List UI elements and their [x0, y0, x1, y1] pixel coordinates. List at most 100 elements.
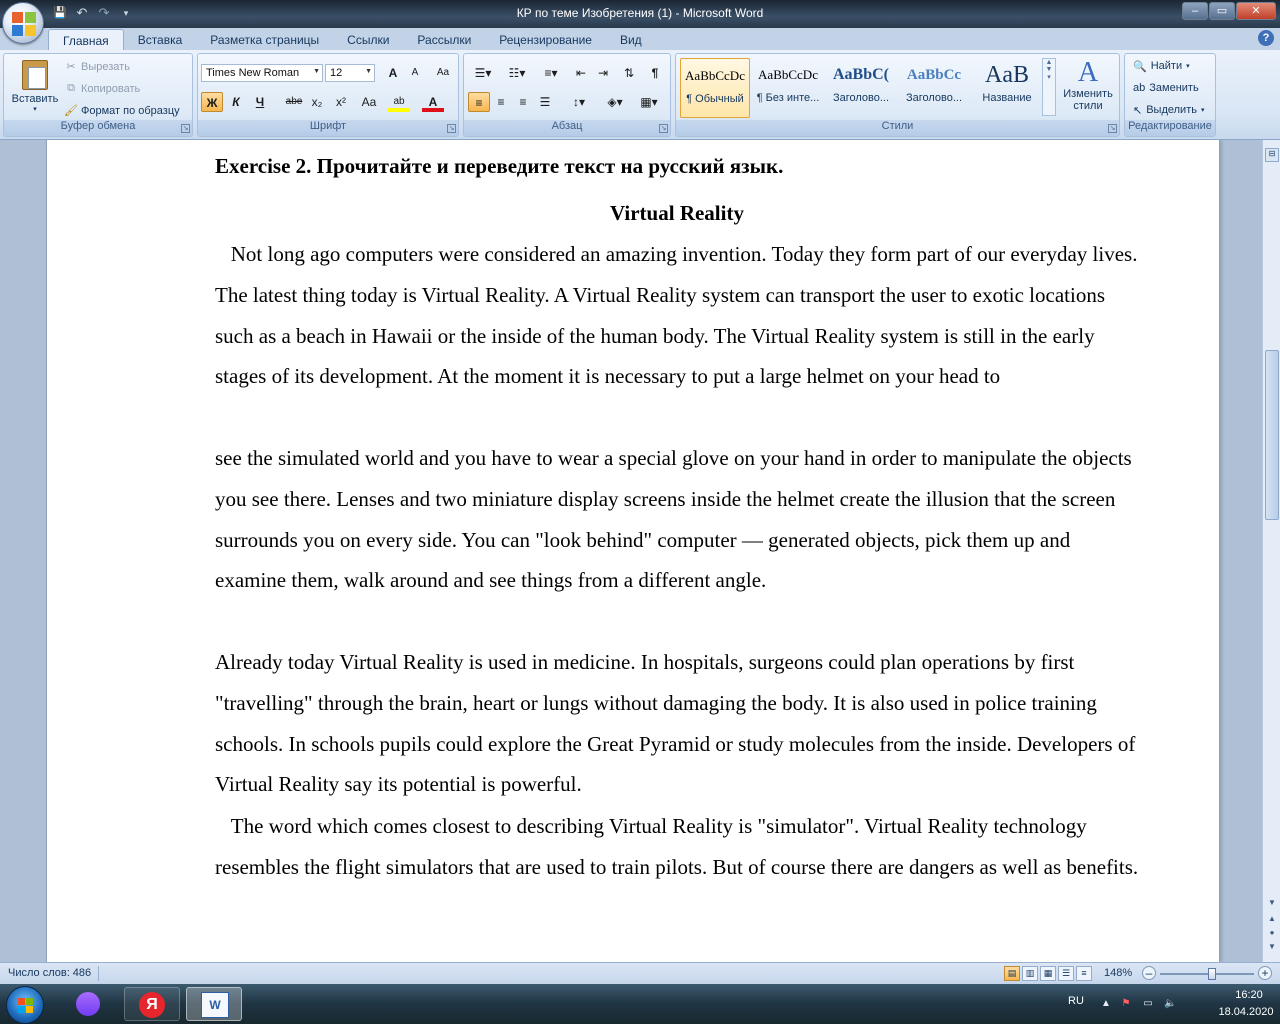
full-screen-reading-view-icon[interactable]: ▥	[1022, 966, 1038, 981]
close-button[interactable]: ✕	[1236, 2, 1276, 20]
subscript-button[interactable]: x₂	[306, 92, 328, 112]
office-button[interactable]	[2, 2, 44, 44]
scrollbar-thumb[interactable]	[1265, 350, 1279, 520]
justify-icon[interactable]: ☰	[534, 92, 556, 112]
word-count[interactable]: Число слов: 486	[8, 967, 91, 979]
find-button[interactable]: 🔍 Найти ▾	[1133, 56, 1190, 76]
tab-insert[interactable]: Вставка	[124, 29, 197, 50]
font-launcher-icon[interactable]: ↘	[447, 124, 456, 133]
decrease-indent-icon[interactable]: ⇤	[570, 63, 592, 83]
highlight-button[interactable]: ab	[388, 92, 410, 112]
outline-view-icon[interactable]: ☰	[1058, 966, 1074, 981]
start-button[interactable]	[6, 986, 44, 1024]
minimize-button[interactable]: –	[1182, 2, 1208, 20]
bullets-icon[interactable]: ☰▾	[468, 63, 498, 83]
action-center-flag-icon[interactable]: ⚑	[1120, 998, 1132, 1010]
increase-indent-icon[interactable]: ⇥	[592, 63, 614, 83]
paragraph-launcher-icon[interactable]: ↘	[659, 124, 668, 133]
grow-font-button[interactable]: A	[382, 63, 404, 83]
format-painter-button[interactable]: 🖌 Формат по образцу	[64, 102, 180, 120]
window-controls: – ▭ ✕	[1182, 2, 1276, 20]
document-page[interactable]: Exercise 2. Прочитайте и переведите текс…	[46, 140, 1220, 962]
tab-page-layout[interactable]: Разметка страницы	[196, 29, 333, 50]
change-case-button[interactable]: Aa	[356, 92, 382, 112]
scissors-icon: ✂	[66, 61, 76, 73]
paragraph-3: Already today Virtual Reality is used in…	[215, 650, 1136, 797]
font-color-button[interactable]: A	[422, 92, 444, 112]
help-icon[interactable]: ?	[1258, 30, 1274, 46]
select-button[interactable]: ↖ Выделить ▾	[1133, 100, 1204, 120]
paste-button[interactable]: Вставить ▾	[10, 58, 60, 118]
styles-group: AaBbCcDc ¶ Обычный AaBbCcDc ¶ Без инте..…	[675, 53, 1120, 137]
clock-time[interactable]: 16:20	[1220, 989, 1278, 1001]
line-spacing-icon[interactable]: ↕▾	[564, 92, 594, 112]
align-center-icon[interactable]: ≡	[490, 92, 512, 112]
style-sample: AaBbC(	[832, 66, 889, 83]
tab-references[interactable]: Ссылки	[333, 29, 403, 50]
vertical-scrollbar[interactable]: ⊟ ▼ ▲ ● ▼	[1262, 140, 1280, 962]
volume-icon[interactable]: 🔈	[1164, 998, 1176, 1010]
copy-button[interactable]: ⧉ Копировать	[64, 80, 140, 98]
underline-button[interactable]: Ч	[249, 92, 271, 112]
ribbon-tab-row: Главная Вставка Разметка страницы Ссылки…	[0, 28, 1280, 50]
align-right-icon[interactable]: ≡	[512, 92, 534, 112]
tab-mailings[interactable]: Рассылки	[403, 29, 485, 50]
zoom-out-icon[interactable]: –	[1142, 966, 1156, 980]
web-layout-view-icon[interactable]: ▦	[1040, 966, 1056, 981]
replace-button[interactable]: ab Заменить	[1133, 78, 1199, 98]
strikethrough-button[interactable]: abe	[283, 92, 305, 112]
alice-assistant-icon[interactable]	[76, 992, 100, 1016]
maximize-button[interactable]: ▭	[1209, 2, 1235, 20]
clipboard-launcher-icon[interactable]: ↘	[181, 124, 190, 133]
tab-review[interactable]: Рецензирование	[485, 29, 606, 50]
zoom-level[interactable]: 148%	[1104, 967, 1132, 979]
paragraph-1: Not long ago computers were considered a…	[215, 242, 1138, 389]
previous-page-icon[interactable]: ▲	[1265, 914, 1279, 928]
styles-launcher-icon[interactable]: ↘	[1108, 124, 1117, 133]
print-layout-view-icon[interactable]: ▤	[1004, 966, 1020, 981]
bold-button[interactable]: Ж	[201, 92, 223, 112]
style-heading-1[interactable]: AaBbC( Заголово...	[826, 58, 896, 118]
cut-button[interactable]: ✂ Вырезать	[64, 58, 130, 76]
clear-format-button[interactable]: Aa	[432, 63, 454, 83]
scroll-down-arrow-icon[interactable]: ▼	[1265, 898, 1279, 912]
multilevel-list-icon[interactable]: ≡▾	[536, 63, 566, 83]
font-name-combo[interactable]: Times New Roman ▼	[201, 64, 323, 82]
tab-home[interactable]: Главная	[48, 29, 124, 50]
ruler-toggle-icon[interactable]: ⊟	[1265, 148, 1279, 162]
language-indicator[interactable]: RU	[1068, 995, 1084, 1007]
italic-button[interactable]: К	[225, 92, 247, 112]
shading-icon[interactable]: ◈▾	[600, 92, 630, 112]
draft-view-icon[interactable]: ≡	[1076, 966, 1092, 981]
style-heading-2[interactable]: AaBbCc Заголово...	[899, 58, 969, 118]
zoom-slider-thumb[interactable]	[1208, 968, 1216, 980]
next-page-icon[interactable]: ▼	[1265, 942, 1279, 956]
superscript-button[interactable]: x²	[330, 92, 352, 112]
pilcrow-icon[interactable]: ¶	[644, 63, 666, 83]
exercise-heading: Exercise 2. Прочитайте и переведите текс…	[215, 154, 784, 178]
zoom-in-icon[interactable]: +	[1258, 966, 1272, 980]
zoom-slider[interactable]	[1160, 973, 1254, 975]
browse-object-icon[interactable]: ●	[1265, 928, 1279, 942]
style-no-spacing[interactable]: AaBbCcDc ¶ Без инте...	[753, 58, 823, 118]
taskbar-yandex-browser[interactable]: Я	[124, 987, 180, 1021]
align-left-icon[interactable]: ≡	[468, 92, 490, 112]
borders-icon[interactable]: ▦▾	[634, 92, 664, 112]
status-bar: Число слов: 486 ▤ ▥ ▦ ☰ ≡ 148% – +	[0, 962, 1280, 984]
style-title[interactable]: AaB Название	[972, 58, 1042, 118]
clock-date[interactable]: 18.04.2020	[1212, 1006, 1280, 1018]
taskbar-word[interactable]: W	[186, 987, 242, 1021]
font-size-combo[interactable]: 12 ▼	[325, 64, 375, 82]
paragraph-4: The word which comes closest to describi…	[215, 814, 1139, 879]
styles-gallery-scroll[interactable]: ▲ ▼ ▾	[1042, 58, 1056, 116]
numbering-icon[interactable]: ☷▾	[502, 63, 532, 83]
tab-view[interactable]: Вид	[606, 29, 656, 50]
network-icon[interactable]: ▭	[1142, 998, 1154, 1010]
change-styles-button[interactable]: A Изменить стили	[1060, 58, 1116, 120]
shrink-font-button[interactable]: A	[404, 63, 426, 83]
show-hidden-icons-icon[interactable]: ▲	[1100, 998, 1112, 1010]
style-normal[interactable]: AaBbCcDc ¶ Обычный	[680, 58, 750, 118]
sort-icon[interactable]: ⇅	[618, 63, 640, 83]
clipboard-icon	[22, 60, 48, 90]
title-bar: 💾 ↶ ↷ ▾ КР по теме Изобретения (1) - Mic…	[0, 0, 1280, 28]
